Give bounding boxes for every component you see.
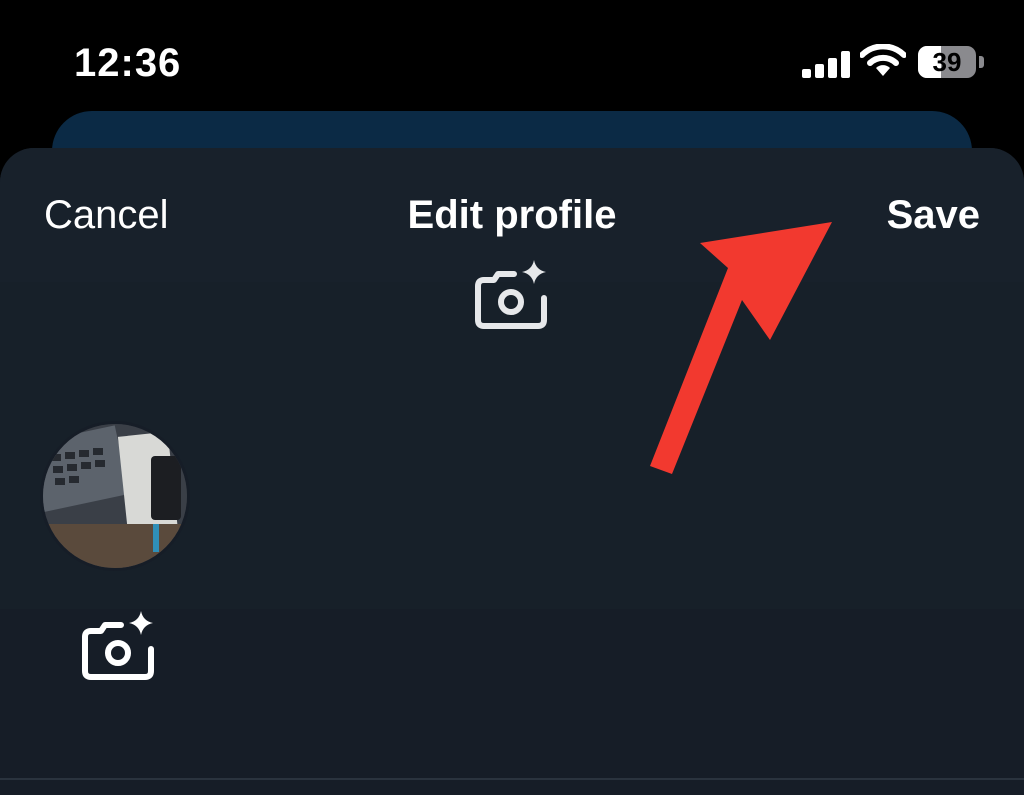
screen: 12:36 39 Edit profile Cancel Save — [0, 0, 1024, 795]
battery-level: 39 — [932, 47, 962, 77]
cancel-button[interactable]: Cancel — [44, 188, 169, 242]
wifi-icon — [860, 44, 906, 76]
avatar-camera-plus-icon[interactable] — [79, 607, 159, 687]
status-time: 12:36 — [74, 41, 182, 85]
divider — [0, 778, 1024, 780]
avatar-photo — [43, 424, 187, 568]
battery-nub — [979, 56, 984, 68]
status-bar: 12:36 39 — [0, 0, 1024, 110]
save-button[interactable]: Save — [887, 188, 980, 242]
cellular-signal-icon — [802, 50, 850, 78]
avatar[interactable] — [40, 421, 190, 571]
battery-icon: 39 — [918, 46, 976, 78]
banner-camera-plus-icon[interactable] — [474, 256, 552, 334]
